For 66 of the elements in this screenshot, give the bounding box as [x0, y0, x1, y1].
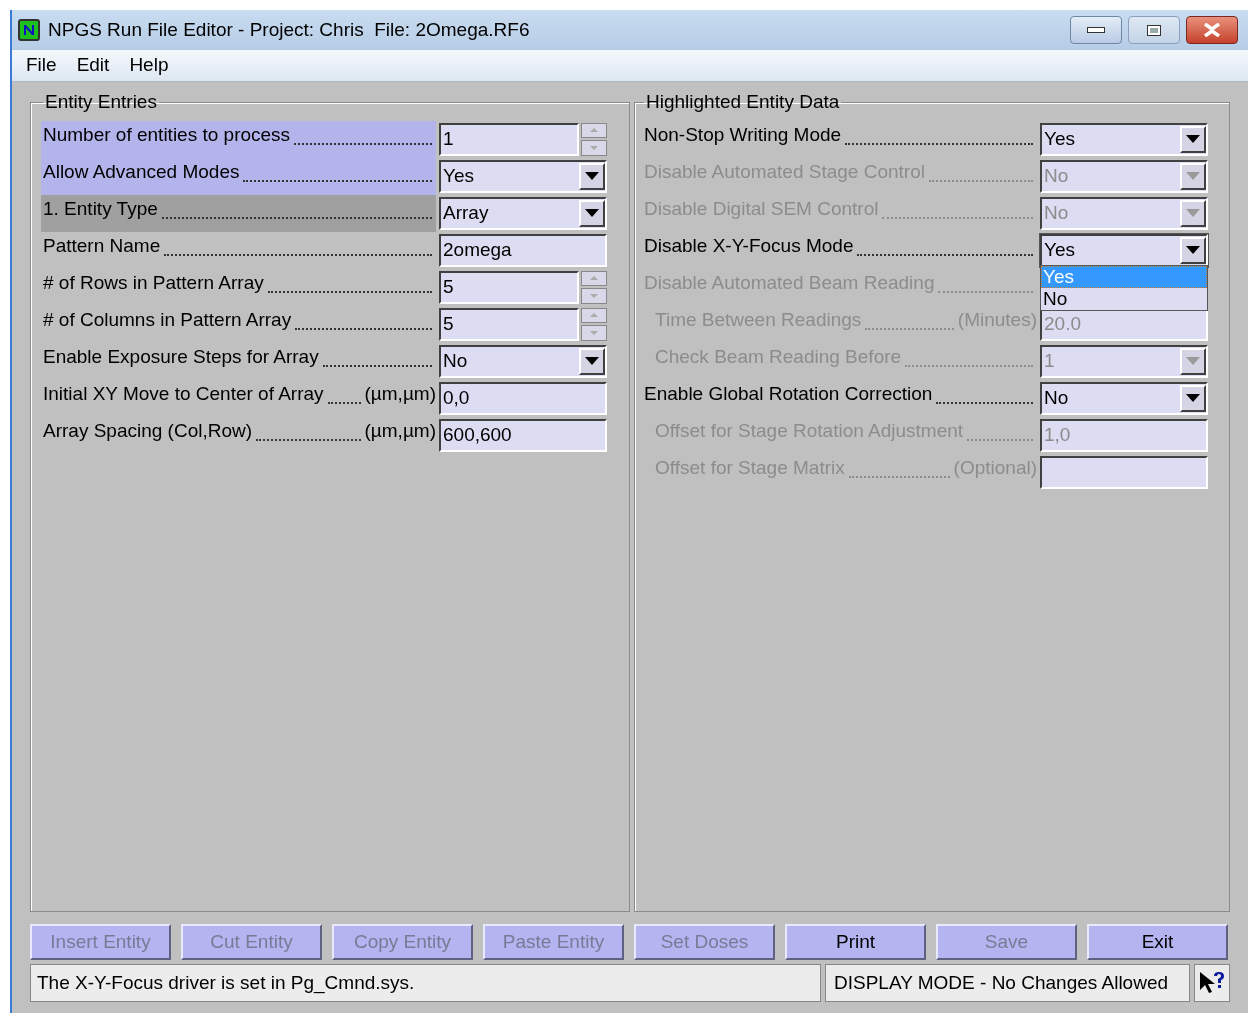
menu-item[interactable]: Help	[121, 51, 177, 80]
down-arrow-icon	[590, 330, 598, 335]
row-label[interactable]: Enable Exposure Steps for Array	[41, 342, 436, 380]
help-pointer-button[interactable]	[1194, 964, 1230, 1002]
down-arrow-icon	[590, 293, 598, 298]
group-title: Highlighted Entity Data	[645, 90, 841, 114]
dropdown[interactable]: Array	[439, 196, 607, 230]
row-label[interactable]: # of Columns in Pattern Array	[41, 305, 436, 343]
dropdown-arrow-icon	[1186, 357, 1200, 365]
field-label: Disable X-Y-Focus Mode	[644, 234, 854, 258]
dropdown-arrow-icon	[1186, 135, 1200, 143]
text-field[interactable]: 0,0	[439, 381, 607, 415]
number-field[interactable]: 5	[439, 270, 579, 304]
dropdown-option[interactable]: No	[1041, 287, 1207, 310]
row-label[interactable]: Pattern Name	[41, 231, 436, 269]
app-icon	[18, 19, 40, 41]
maximize-button[interactable]	[1128, 16, 1180, 44]
dropdown[interactable]: Yes	[1040, 233, 1208, 267]
up-arrow-icon	[590, 313, 598, 318]
dropdown-arrow-icon	[1186, 394, 1200, 402]
row-label[interactable]: Array Spacing (Col,Row) (µm,µm)	[41, 416, 436, 454]
row-label[interactable]: Initial XY Move to Center of Array (µm,µm)	[41, 379, 436, 417]
minimize-button[interactable]	[1070, 16, 1122, 44]
dropdown-arrow-icon	[1186, 246, 1200, 254]
spin-down-button[interactable]	[581, 325, 607, 341]
action-button[interactable]: Print	[785, 924, 926, 960]
close-button[interactable]	[1186, 16, 1238, 44]
dropdown-arrow-icon	[1186, 172, 1200, 180]
field-label: Enable Global Rotation Correction	[644, 382, 933, 406]
dropdown[interactable]: Yes	[439, 159, 607, 193]
down-arrow-icon	[590, 145, 598, 150]
menu-item[interactable]: File	[18, 51, 65, 80]
dropdown[interactable]: Yes	[1040, 122, 1208, 156]
field-label: Non-Stop Writing Mode	[644, 123, 842, 147]
dropdown-arrow-icon	[585, 209, 599, 217]
dropdown-arrow-icon	[1186, 209, 1200, 217]
help-pointer-icon	[1198, 970, 1227, 996]
row-label[interactable]: Allow Advanced Modes	[41, 157, 436, 195]
status-message: The X-Y-Focus driver is set in Pg_Cmnd.sys.	[30, 964, 821, 1002]
display-mode-status: DISPLAY MODE - No Changes Allowed	[824, 964, 1191, 1002]
number-field[interactable]: 5	[439, 307, 579, 341]
dropdown-arrow-icon	[585, 172, 599, 180]
menu-item[interactable]: Edit	[68, 51, 118, 80]
spin-up-button[interactable]	[581, 307, 607, 323]
up-arrow-icon	[590, 128, 598, 133]
text-field[interactable]	[1040, 455, 1208, 489]
dropdown[interactable]: No	[1040, 381, 1208, 415]
dropdown-arrow-icon	[585, 357, 599, 365]
maximize-icon	[1147, 24, 1161, 36]
text-field[interactable]: 600,600	[439, 418, 607, 452]
dropdown[interactable]: No	[439, 344, 607, 378]
action-button[interactable]: Exit	[1087, 924, 1228, 960]
number-field[interactable]: 1	[439, 122, 579, 156]
row-label[interactable]: Number of entities to process	[41, 120, 436, 158]
spin-up-button[interactable]	[581, 270, 607, 286]
close-icon	[1203, 23, 1221, 37]
spin-down-button[interactable]	[581, 288, 607, 304]
minimize-icon	[1087, 27, 1105, 33]
spin-up-button[interactable]	[581, 122, 607, 138]
group-title: Entity Entries	[44, 90, 158, 114]
window-title: NPGS Run File Editor - Project: Chris File: 2Omega.RF6	[48, 17, 531, 42]
up-arrow-icon	[590, 276, 598, 281]
row-label[interactable]: # of Rows in Pattern Array	[41, 268, 436, 306]
row-label[interactable]: 1. Entity Type	[41, 194, 436, 232]
text-field[interactable]: 2omega	[439, 233, 607, 267]
spin-down-button[interactable]	[581, 140, 607, 156]
